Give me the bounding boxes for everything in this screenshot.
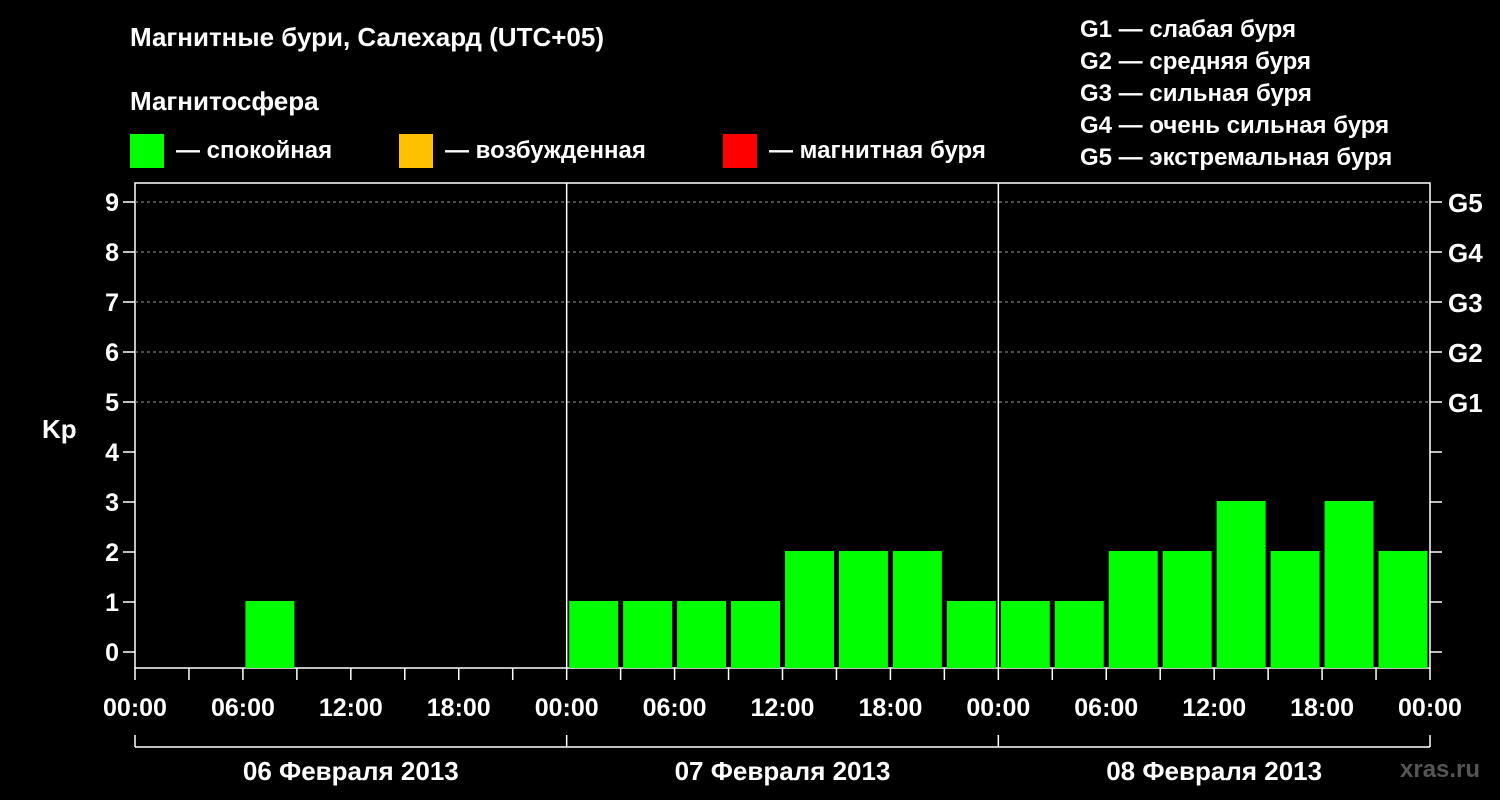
kp-bar [677, 601, 727, 668]
g-level-label: G2 [1448, 338, 1483, 368]
y-tick-label: 1 [105, 589, 119, 617]
kp-bar [1378, 551, 1428, 668]
y-tick-label: 5 [105, 389, 119, 417]
x-tick-label: 18:00 [427, 694, 491, 722]
g-level-label: G1 [1448, 388, 1483, 418]
kp-bar [1270, 551, 1320, 668]
kp-bar [569, 601, 619, 668]
kp-bar [1324, 501, 1374, 668]
y-tick-label: 3 [105, 489, 119, 517]
y-axis-label: Kp [42, 414, 77, 444]
kp-bar [731, 601, 780, 668]
kp-bar [946, 601, 996, 668]
y-tick-label: 2 [105, 539, 119, 567]
x-tick-label: 06:00 [1074, 694, 1138, 722]
kp-bar [245, 601, 295, 668]
y-tick-label: 8 [105, 239, 119, 267]
kp-bar [623, 601, 673, 668]
watermark: xras.ru [1400, 756, 1481, 783]
g-level-label: G3 [1448, 288, 1483, 318]
day-label: 07 Февраля 2013 [675, 756, 891, 786]
x-tick-label: 00:00 [1398, 694, 1462, 722]
x-tick-label: 06:00 [643, 694, 707, 722]
x-tick-label: 12:00 [1182, 694, 1246, 722]
day-label: 06 Февраля 2013 [243, 756, 459, 786]
y-tick-label: 6 [105, 339, 119, 367]
day-label: 08 Февраля 2013 [1106, 756, 1322, 786]
x-tick-label: 00:00 [103, 694, 167, 722]
kp-bar [1054, 601, 1104, 668]
y-tick-label: 7 [105, 289, 119, 317]
kp-bar [1216, 501, 1266, 668]
kp-bar [892, 551, 942, 668]
y-tick-label: 4 [105, 439, 119, 467]
kp-bar [838, 551, 888, 668]
g-level-label: G4 [1448, 238, 1483, 268]
x-tick-label: 18:00 [1290, 694, 1354, 722]
kp-bar [1162, 551, 1212, 668]
x-tick-label: 12:00 [319, 694, 383, 722]
kp-bar [1108, 551, 1158, 668]
kp-chart: 0 1 2 3 4 5 6 7 8 9 Kp G1 G2 G3 G4 G5 00:00 06:00 12:00 18:… [42, 182, 1483, 786]
x-tick-label: 00:00 [966, 694, 1030, 722]
x-tick-label: 12:00 [751, 694, 815, 722]
x-tick-label: 00:00 [535, 694, 599, 722]
g-level-label: G5 [1448, 188, 1483, 218]
x-tick-label: 06:00 [211, 694, 275, 722]
y-tick-label: 0 [105, 639, 119, 667]
x-tick-label: 18:00 [858, 694, 922, 722]
y-tick-label: 9 [105, 189, 119, 217]
kp-bar [785, 551, 834, 668]
kp-bar [1000, 601, 1050, 668]
